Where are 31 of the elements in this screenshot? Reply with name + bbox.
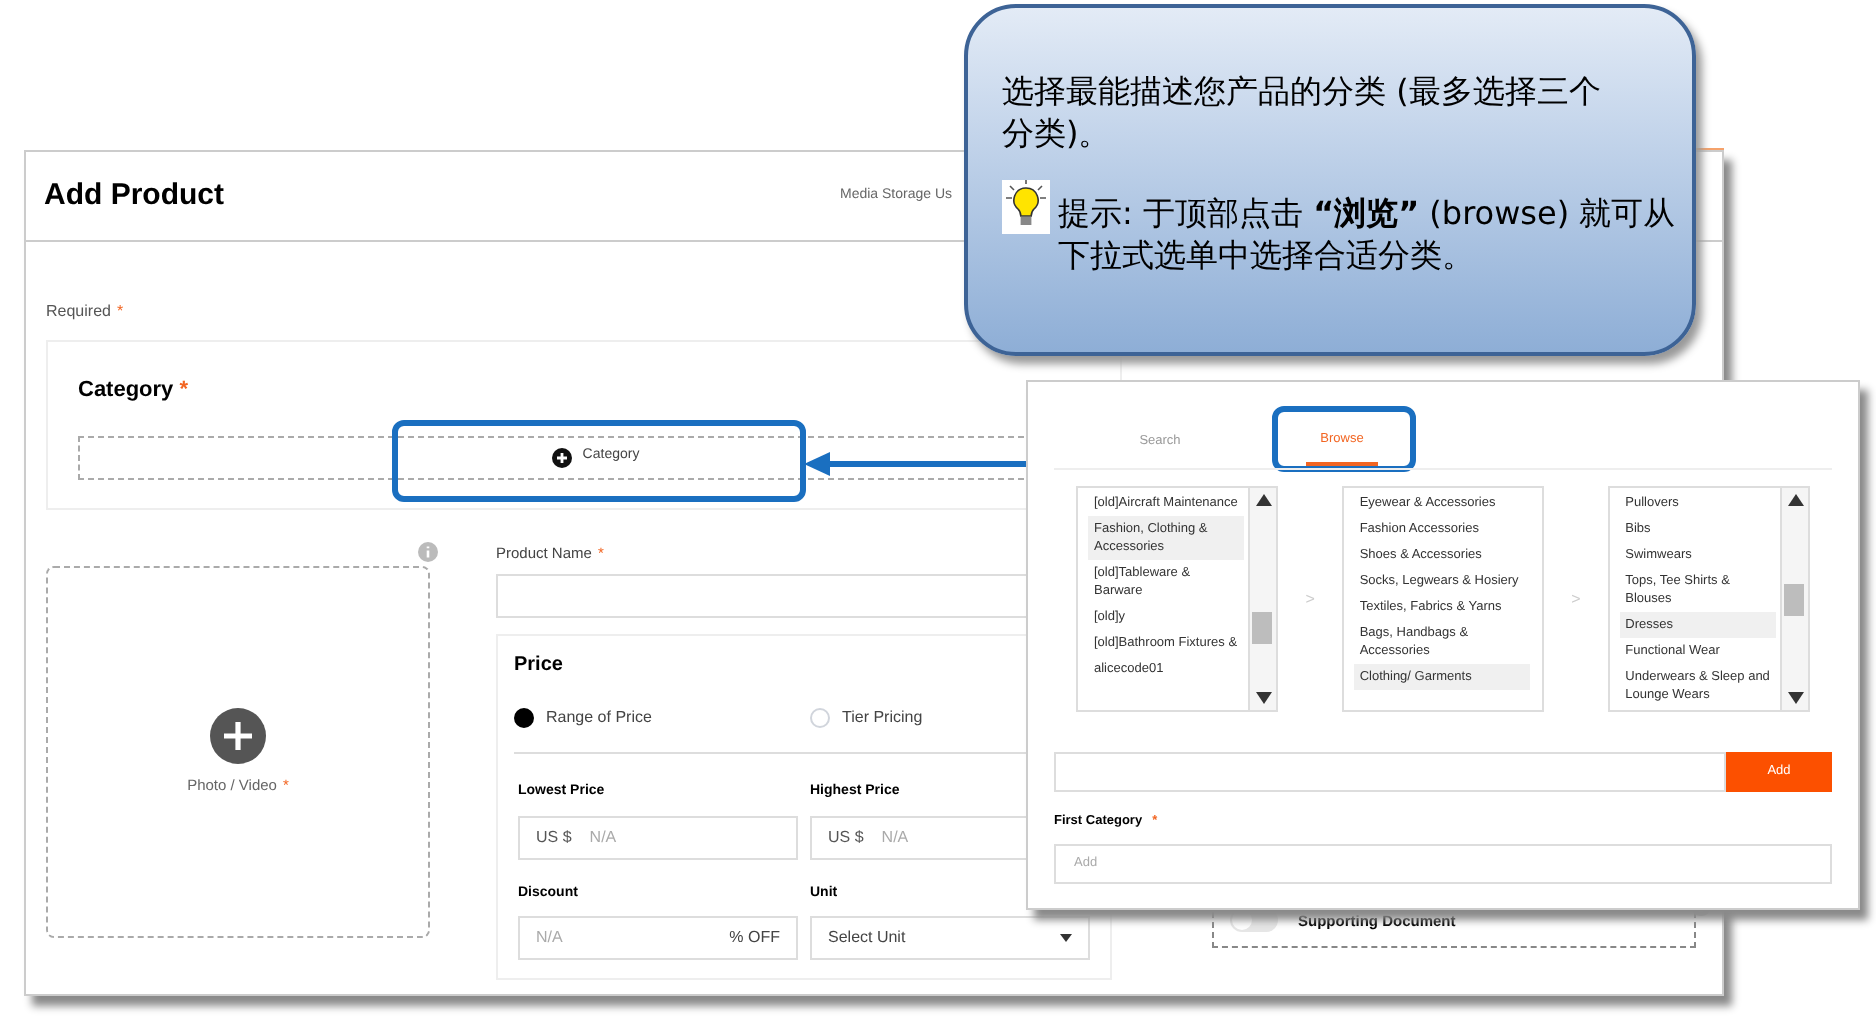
scrollbar[interactable] [1780, 488, 1808, 710]
scrollbar-thumb[interactable] [1252, 612, 1273, 644]
radio-label: Tier Pricing [842, 706, 923, 731]
caret-icon [1060, 934, 1072, 943]
scroll-up-icon[interactable] [1255, 494, 1272, 506]
required-label: Required [46, 300, 111, 324]
chevron-label: > [1303, 587, 1317, 611]
required-mark: * [116, 300, 124, 324]
scrollbar[interactable] [1248, 488, 1277, 710]
highlight-frame [1272, 406, 1416, 472]
price-title: Price [514, 652, 565, 681]
plus-circle-icon [552, 447, 573, 467]
radio-label: Range of Price [546, 706, 652, 731]
required-mark: * [179, 376, 188, 406]
plus-circle-icon [210, 707, 266, 764]
category-title: Category [78, 376, 174, 406]
scrollbar-thumb[interactable] [1784, 584, 1805, 616]
lowest-price-field[interactable]: US $ N/A [518, 815, 798, 860]
callout-text: 选择最能描述您产品的分类 (最多选择三个分类)。 [1002, 70, 1602, 154]
scroll-down-icon[interactable] [1255, 692, 1272, 704]
toggle-switch[interactable] [1230, 908, 1278, 933]
scroll-down-icon[interactable] [1787, 692, 1804, 704]
selected-categories-field[interactable] [1054, 752, 1726, 792]
scroll-up-icon[interactable] [1787, 494, 1804, 506]
radio-button[interactable] [514, 708, 534, 729]
page-title: Add Product [44, 178, 224, 212]
discount-field[interactable]: N/A % OFF [518, 916, 798, 961]
tip-text: 提示: 于顶部点击 “浏览” (browse) 就可从下拉式选单中选择合适分类。 [1058, 192, 1678, 276]
unit-dropdown[interactable]: Select Unit [810, 916, 1090, 961]
chevron-label: > [1569, 587, 1583, 611]
lightbulb-icon [1002, 180, 1050, 234]
